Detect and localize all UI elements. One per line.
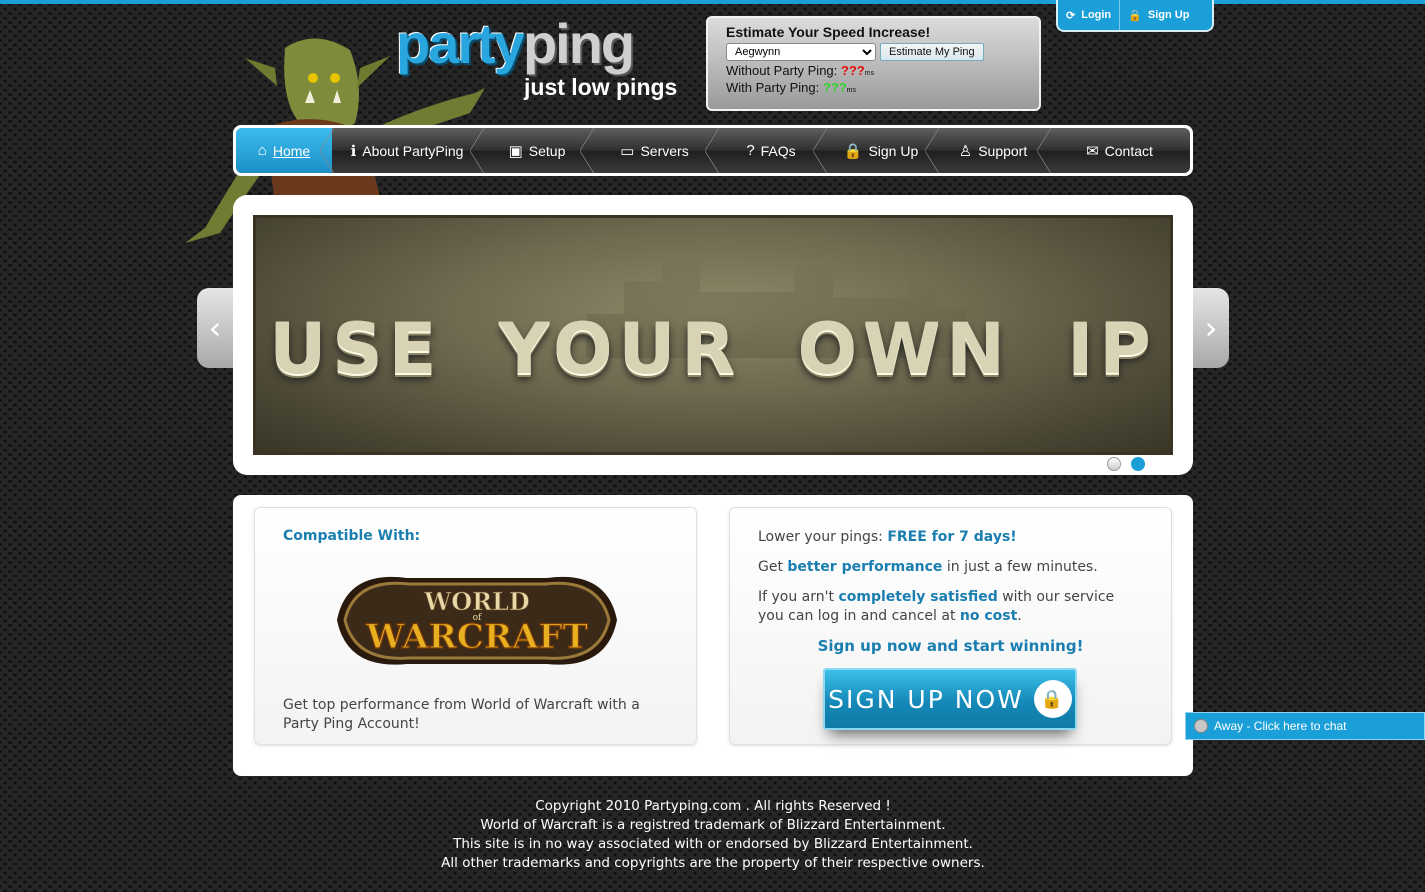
- computer-icon: ▭: [620, 142, 635, 160]
- promo-cta-text: Sign up now and start winning!: [817, 637, 1084, 655]
- chevron-right-icon: ›: [1204, 309, 1218, 347]
- promo-performance-highlight: better performance: [787, 559, 943, 575]
- info-icon: ℹ: [350, 142, 357, 160]
- main-nav: ⌂ Home ℹ About PartyPing ▣ Setup ▭ Serve…: [233, 125, 1193, 176]
- live-chat-tab[interactable]: Away - Click here to chat: [1185, 712, 1425, 740]
- with-ping-unit: ms: [846, 87, 856, 94]
- slider-next-button[interactable]: ›: [1193, 288, 1229, 368]
- logo-tagline: just low pings: [524, 74, 678, 100]
- logo-ping-text: ping: [522, 12, 635, 75]
- nav-faqs-label: FAQs: [760, 142, 796, 159]
- nav-signup[interactable]: 🔒 Sign Up: [825, 128, 939, 173]
- question-icon: ?: [746, 142, 755, 159]
- server-select[interactable]: Aegwynn: [726, 43, 876, 61]
- sign-up-now-label: SIGN UP NOW: [828, 684, 1024, 714]
- banner-slide[interactable]: USE YOUR OWN IP: [253, 215, 1173, 455]
- promo-line-performance: Get better performance in just a few min…: [758, 558, 1143, 577]
- banner-slider: USE YOUR OWN IP: [233, 195, 1193, 475]
- person-icon: ♙: [958, 142, 973, 160]
- promo-free-highlight: FREE for 7 days!: [887, 529, 1017, 545]
- sign-up-now-button[interactable]: SIGN UP NOW 🔒: [823, 668, 1077, 730]
- footer-other-trademarks: All other trademarks and copyrights are …: [441, 855, 985, 871]
- party-ping-logo[interactable]: partyping just low pings: [396, 12, 696, 101]
- account-tabs: ⟳ Login 🔒 Sign Up: [1056, 0, 1214, 32]
- nav-about[interactable]: ℹ About PartyPing: [332, 128, 484, 173]
- disk-icon: ▣: [508, 142, 523, 160]
- ping-estimator-box: Estimate Your Speed Increase! Aegwynn Es…: [706, 16, 1041, 111]
- nav-home-label: Home: [272, 142, 311, 159]
- footer-disclaimer: This site is in no way associated with o…: [453, 836, 973, 852]
- nav-home[interactable]: ⌂ Home: [236, 128, 334, 173]
- nav-servers[interactable]: ▭ Servers: [592, 128, 719, 173]
- envelope-icon: ✉: [1086, 142, 1099, 160]
- promo-line1-text: Lower your pings:: [758, 529, 888, 545]
- nav-setup[interactable]: ▣ Setup: [482, 128, 594, 173]
- login-link[interactable]: ⟳ Login: [1058, 0, 1119, 30]
- with-ping-value: ???: [822, 80, 847, 95]
- promo-no-cost-highlight: no cost: [959, 608, 1018, 624]
- slider-prev-button[interactable]: ‹: [197, 288, 233, 368]
- nav-servers-label: Servers: [640, 142, 689, 159]
- logo-party-text: party: [396, 12, 525, 75]
- compatible-description: Get top performance from World of Warcra…: [283, 697, 640, 732]
- without-ping-unit: ms: [864, 70, 875, 77]
- nav-signup-label: Sign Up: [868, 142, 919, 159]
- chevron-left-icon: ‹: [208, 309, 222, 347]
- promo-satisfied-highlight: completely satisfied: [838, 589, 998, 605]
- slider-dot-2[interactable]: [1131, 457, 1145, 471]
- without-ping-label: Without Party Ping:: [726, 63, 838, 78]
- lock-icon: 🔒: [1033, 680, 1072, 718]
- nav-support[interactable]: ♙ Support: [937, 128, 1051, 173]
- signup-link[interactable]: 🔒 Sign Up: [1119, 0, 1197, 30]
- slider-dots: [1107, 457, 1145, 471]
- lock-icon: 🔒: [843, 142, 863, 160]
- nav-faqs[interactable]: ? FAQs: [717, 128, 827, 173]
- promo-line3-post: .: [1017, 608, 1022, 624]
- compatible-title: Compatible With:: [283, 528, 421, 544]
- login-label: Login: [1081, 9, 1112, 21]
- compatible-panel: Compatible With: WORLD of WARCRAFT Get t…: [254, 507, 697, 745]
- nav-contact[interactable]: ✉ Contact: [1049, 128, 1190, 173]
- slider-dot-1[interactable]: [1107, 457, 1121, 471]
- with-ping-row: With Party Ping: ???ms: [726, 80, 1039, 95]
- live-chat-label: Away - Click here to chat: [1214, 719, 1347, 733]
- estimate-ping-button[interactable]: Estimate My Ping: [880, 43, 984, 61]
- footer-trademark: World of Warcraft is a registred tradema…: [480, 817, 946, 833]
- promo-line3-pre: If you arn't: [758, 589, 839, 605]
- without-ping-value: ???: [840, 63, 865, 78]
- nav-about-label: About PartyPing: [362, 142, 464, 159]
- wow-logo-world-text: WORLD: [423, 587, 530, 616]
- wow-logo-warcraft-text: WARCRAFT: [365, 617, 588, 657]
- promo-line-free: Lower your pings: FREE for 7 days!: [758, 528, 1143, 547]
- estimator-title: Estimate Your Speed Increase!: [726, 24, 931, 40]
- slide-headline: USE YOUR OWN IP: [269, 308, 1157, 390]
- footer: Copyright 2010 Partyping.com . All right…: [233, 797, 1193, 873]
- refresh-icon: ⟳: [1066, 9, 1076, 22]
- home-icon: ⌂: [257, 142, 267, 159]
- promo-line2-pre: Get: [758, 559, 788, 575]
- signup-label: Sign Up: [1147, 9, 1190, 21]
- content-box: Compatible With: WORLD of WARCRAFT Get t…: [233, 495, 1193, 776]
- without-ping-row: Without Party Ping: ???ms: [726, 63, 1039, 78]
- lock-icon: 🔒: [1128, 9, 1142, 22]
- promo-panel: Lower your pings: FREE for 7 days! Get b…: [729, 507, 1172, 745]
- nav-contact-label: Contact: [1104, 142, 1153, 159]
- world-of-warcraft-logo: WORLD of WARCRAFT: [337, 576, 617, 665]
- nav-support-label: Support: [978, 142, 1028, 159]
- with-ping-label: With Party Ping:: [726, 80, 820, 95]
- footer-copyright: Copyright 2010 Partyping.com . All right…: [535, 798, 891, 814]
- nav-setup-label: Setup: [528, 142, 566, 159]
- status-away-icon: [1194, 719, 1208, 733]
- promo-line-guarantee: If you arn't completely satisfied with o…: [758, 588, 1143, 626]
- promo-line2-post: in just a few minutes.: [942, 559, 1098, 575]
